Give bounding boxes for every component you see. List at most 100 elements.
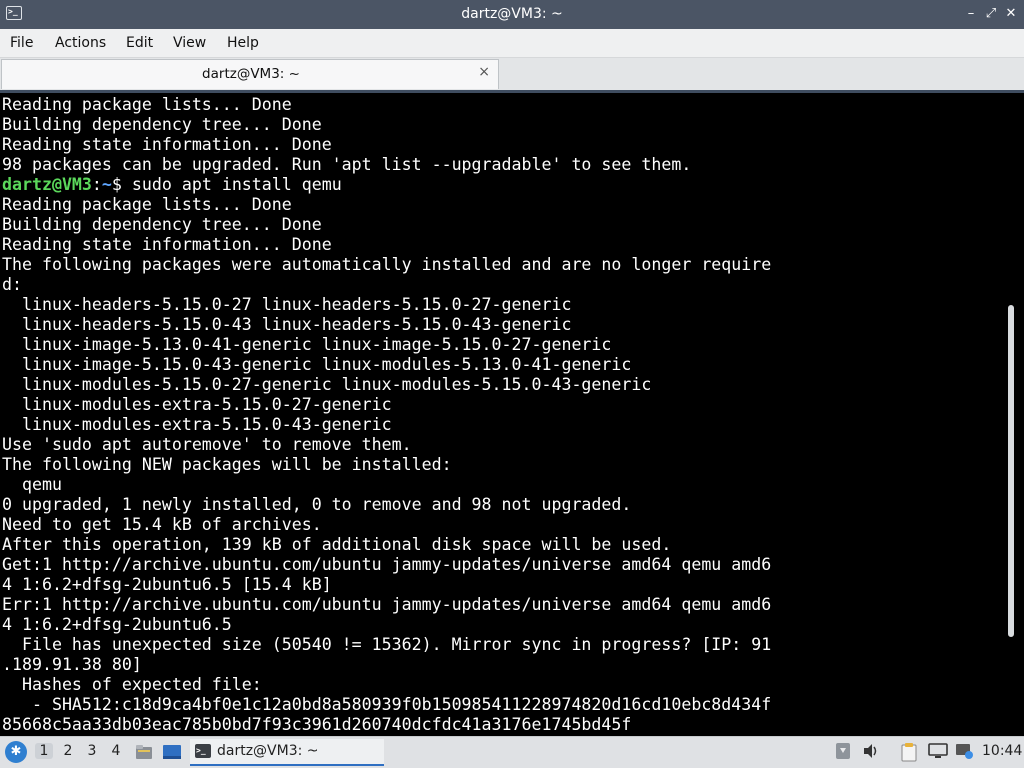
minimize-button[interactable]: – (962, 5, 980, 23)
terminal-line-text: d: (2, 275, 22, 294)
terminal-line-text: Err:1 http://archive.ubuntu.com/ubuntu j… (2, 595, 772, 614)
prompt-path: ~ (101, 175, 112, 194)
terminal-line-text: Reading package lists... Done (2, 95, 292, 114)
menu-edit[interactable]: Edit (126, 35, 153, 51)
clock: 10:44 (982, 743, 1023, 759)
terminal-line-text: Building dependency tree... Done (2, 115, 322, 134)
terminal-line-text: linux-modules-extra-5.15.0-27-generic (2, 395, 392, 414)
clipboard-icon[interactable] (834, 742, 852, 760)
terminal-line: linux-image-5.15.0-43-generic linux-modu… (2, 355, 771, 375)
window-title: dartz@VM3: ~ (461, 6, 563, 22)
tab-bar: dartz@VM3: ~ × (0, 58, 1024, 90)
terminal-line-text: 98 packages can be upgraded. Run 'apt li… (2, 155, 692, 174)
terminal-line-text: qemu (2, 475, 62, 494)
terminal-line: qemu (2, 475, 771, 495)
terminal-line: The following packages were automaticall… (2, 255, 771, 275)
terminal-line: Reading state information... Done (2, 135, 771, 155)
close-window-button[interactable]: ✕ (1002, 5, 1020, 23)
terminal-line-text: The following packages were automaticall… (2, 255, 772, 274)
terminal-line-text: sudo apt install qemu (121, 175, 342, 194)
terminal-output: Reading package lists... Done Building de… (2, 95, 771, 735)
terminal-line: Reading package lists... Done (2, 195, 771, 215)
terminal-scrollbar[interactable] (1008, 305, 1014, 637)
terminal-line-text: The following NEW packages will be insta… (2, 455, 452, 474)
terminal-line-text: linux-headers-5.15.0-43 linux-headers-5.… (2, 315, 572, 334)
terminal-line: Reading state information... Done (2, 235, 771, 255)
tab-label: dartz@VM3: ~ (202, 66, 300, 82)
terminal-line-text: linux-modules-extra-5.15.0-43-generic (2, 415, 392, 434)
terminal-line: - SHA512:c18d9ca4bf0e1c12a0bd8a580939f0b… (2, 695, 771, 715)
terminal-line-text: Building dependency tree... Done (2, 215, 322, 234)
terminal-line-text: linux-modules-5.15.0-27-generic linux-mo… (2, 375, 652, 394)
terminal-line-text: Hashes of expected file: (2, 675, 262, 694)
show-desktop-icon[interactable] (162, 742, 182, 762)
terminal-line: .189.91.38 80] (2, 655, 771, 675)
tab-close-button[interactable]: × (478, 64, 490, 80)
taskbar: ✱ 1 2 3 4 >_ dartz@VM3: ~ 10:44 (0, 736, 1024, 768)
terminal-line-text: Reading state information... Done (2, 235, 332, 254)
terminal-line-text: Reading package lists... Done (2, 195, 292, 214)
terminal-line: 4 1:6.2+dfsg-2ubuntu6.5 (2, 615, 771, 635)
terminal-line-text: Get:1 http://archive.ubuntu.com/ubuntu j… (2, 555, 772, 574)
taskbar-task-label: dartz@VM3: ~ (217, 743, 319, 759)
terminal-line: Hashes of expected file: (2, 675, 771, 695)
terminal-line-text: linux-image-5.15.0-43-generic linux-modu… (2, 355, 632, 374)
terminal-line-text: File has unexpected size (50540 != 15362… (2, 635, 772, 654)
terminal-line-text: After this operation, 139 kB of addition… (2, 535, 672, 554)
notes-icon[interactable] (900, 742, 918, 762)
terminal-line: Building dependency tree... Done (2, 215, 771, 235)
terminal-line: After this operation, 139 kB of addition… (2, 535, 771, 555)
terminal-line: Get:1 http://archive.ubuntu.com/ubuntu j… (2, 555, 771, 575)
volume-icon[interactable] (862, 742, 880, 760)
terminal-line: Use 'sudo apt autoremove' to remove them… (2, 435, 771, 455)
file-manager-icon[interactable] (134, 742, 154, 762)
window-titlebar[interactable]: >_ dartz@VM3: ~ – ⤢ ✕ (0, 0, 1024, 29)
terminal-line-text: - SHA512:c18d9ca4bf0e1c12a0bd8a580939f0b… (2, 695, 772, 714)
tab-terminal[interactable]: dartz@VM3: ~ × (1, 59, 499, 89)
terminal-line: 4 1:6.2+dfsg-2ubuntu6.5 [15.4 kB] (2, 575, 771, 595)
terminal-line-text: .189.91.38 80] (2, 655, 142, 674)
display-icon[interactable] (928, 742, 948, 760)
terminal-line-text: 4 1:6.2+dfsg-2ubuntu6.5 [15.4 kB] (2, 575, 332, 594)
terminal-line-text: 4 1:6.2+dfsg-2ubuntu6.5 (2, 615, 232, 634)
terminal-line: d: (2, 275, 771, 295)
terminal-line: Building dependency tree... Done (2, 115, 771, 135)
terminal-line: 98 packages can be upgraded. Run 'apt li… (2, 155, 771, 175)
terminal-view[interactable]: Reading package lists... Done Building de… (0, 90, 1024, 736)
terminal-line-text: Need to get 15.4 kB of archives. (2, 515, 322, 534)
terminal-line: linux-image-5.13.0-41-generic linux-imag… (2, 335, 771, 355)
terminal-line-text: Use 'sudo apt autoremove' to remove them… (2, 435, 412, 454)
terminal-line-text: linux-image-5.13.0-41-generic linux-imag… (2, 335, 612, 354)
network-icon[interactable] (954, 742, 974, 760)
start-menu-icon[interactable]: ✱ (5, 741, 27, 763)
prompt-symbol: $ (111, 175, 122, 194)
terminal-line: linux-modules-extra-5.15.0-27-generic (2, 395, 771, 415)
terminal-line-text: linux-headers-5.15.0-27 linux-headers-5.… (2, 295, 572, 314)
workspace-3[interactable]: 3 (83, 743, 101, 759)
workspace-4[interactable]: 4 (107, 743, 125, 759)
menu-view[interactable]: View (173, 35, 206, 51)
workspace-1[interactable]: 1 (35, 743, 53, 759)
menu-help[interactable]: Help (227, 35, 259, 51)
terminal-line: linux-modules-5.15.0-27-generic linux-mo… (2, 375, 771, 395)
terminal-prompt-line: dartz@VM3:~$ sudo apt install qemu (2, 175, 771, 195)
terminal-line-text: 85668c5aa33db03eac785b0bd7f93c3961d26074… (2, 715, 632, 734)
terminal-line: linux-modules-extra-5.15.0-43-generic (2, 415, 771, 435)
maximize-restore-button[interactable]: ⤢ (982, 5, 1000, 23)
terminal-line: Err:1 http://archive.ubuntu.com/ubuntu j… (2, 595, 771, 615)
terminal-line: Reading package lists... Done (2, 95, 771, 115)
workspace-2[interactable]: 2 (59, 743, 77, 759)
terminal-line-text: Reading state information... Done (2, 135, 332, 154)
prompt-user-host: dartz@VM3 (2, 175, 92, 194)
menu-file[interactable]: File (10, 35, 33, 51)
menu-actions[interactable]: Actions (55, 35, 106, 51)
menubar: File Actions Edit View Help (0, 29, 1024, 58)
terminal-line: Need to get 15.4 kB of archives. (2, 515, 771, 535)
terminal-line: 85668c5aa33db03eac785b0bd7f93c3961d26074… (2, 715, 771, 735)
terminal-line: The following NEW packages will be insta… (2, 455, 771, 475)
taskbar-task-terminal[interactable]: >_ dartz@VM3: ~ (190, 739, 384, 766)
prompt-separator: : (91, 175, 102, 194)
terminal-line: File has unexpected size (50540 != 15362… (2, 635, 771, 655)
terminal-line-text: 0 upgraded, 1 newly installed, 0 to remo… (2, 495, 632, 514)
terminal-line: 0 upgraded, 1 newly installed, 0 to remo… (2, 495, 771, 515)
